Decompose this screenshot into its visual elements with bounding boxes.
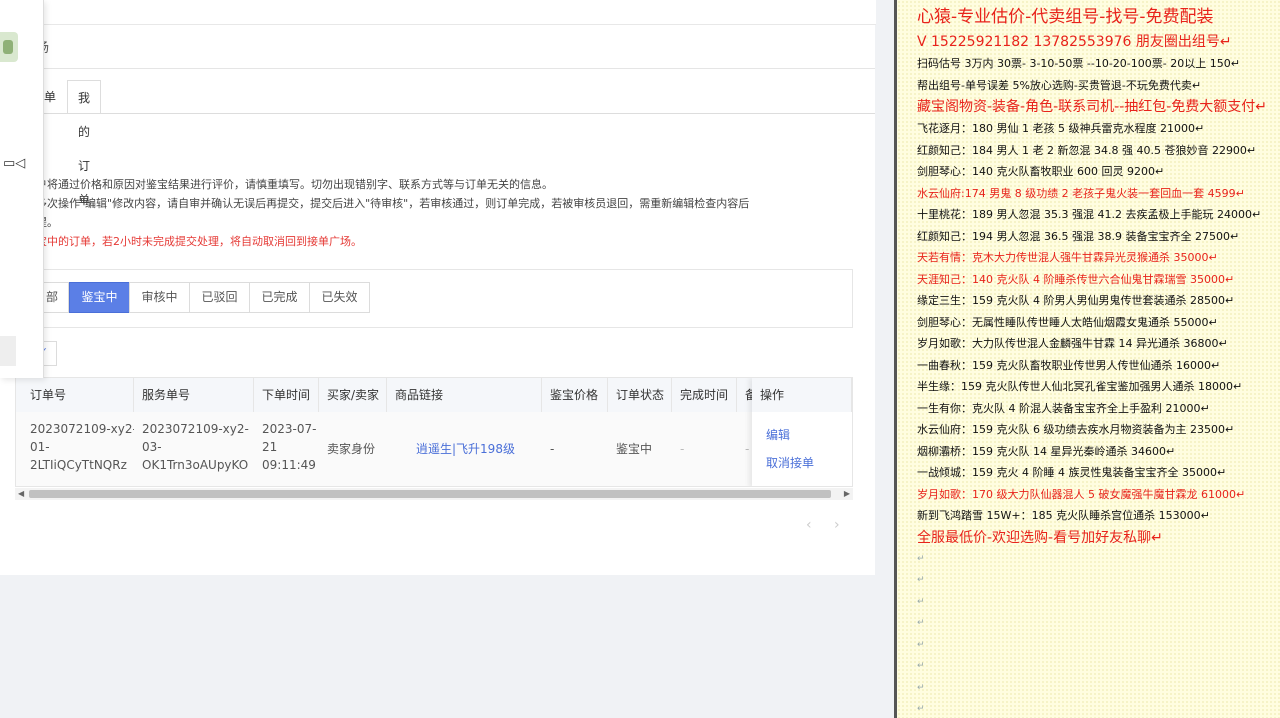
- time-part: 21: [262, 440, 278, 454]
- price-list-line: ↵: [917, 682, 925, 693]
- cell-service-no: 2023072109-xy2- 03- OK1Trn3oAUpyKO: [134, 412, 254, 486]
- col-done-time: 完成时间: [672, 378, 737, 412]
- cell-role: 卖家身份: [327, 442, 376, 456]
- tab-underline: [0, 113, 875, 114]
- price-list-line: 一曲春秋：159 克火队畜牧职业传世男人传世仙通杀 16000↵: [917, 358, 1221, 372]
- col-item-link: 商品链接: [387, 378, 542, 412]
- avatar[interactable]: [0, 32, 18, 62]
- price-list-line: V 15225921182 13782553976 朋友圈出组号↵: [917, 34, 1232, 50]
- filter-completed[interactable]: 已完成: [249, 282, 310, 313]
- scroll-left-icon[interactable]: ◀: [18, 488, 24, 500]
- price-list-line: 岁月如歌：170 级大力队仙器混人 5 破女魔强牛魔甘霖龙 61000↵: [917, 487, 1246, 501]
- price-list-line: 藏宝阁物资-装备-角色-联系司机--抽红包-免费大额支付↵: [917, 99, 1268, 115]
- price-list-line: ↵: [917, 704, 925, 714]
- cancel-order-button[interactable]: 取消接单: [766, 454, 814, 474]
- order-no-part: 01-: [30, 440, 50, 454]
- price-list-line: ↵: [917, 575, 925, 585]
- order-no-part: 2LTIiQCyTtNQRz: [30, 458, 127, 472]
- price-list-line: 新到飞鸿踏雪 15W+：185 克火队睡杀宫位通杀 153000↵: [917, 509, 1210, 522]
- price-list-line: 天若有情：克木大力传世混人强牛甘霖异光灵猴通杀 35000↵: [917, 251, 1218, 264]
- price-list-line: 全服最低价-欢迎选购-看号加好友私聊↵: [917, 529, 1163, 546]
- service-no-part: OK1Trn3oAUpyKO: [142, 458, 249, 472]
- window-gap: [876, 0, 895, 718]
- col-operation: 操作: [752, 378, 852, 412]
- item-link[interactable]: 逍遥生|飞升198级: [408, 412, 542, 486]
- scroll-right-icon[interactable]: ▶: [844, 488, 850, 500]
- notice-warning: 宝中的订单，若2小时未完成提交处理，将自动取消回到接单广场。: [36, 235, 362, 248]
- price-list-line: 心猿-专业估价-代卖组号-找号-免费配装: [917, 7, 1214, 27]
- price-list-line: 半生缘：159 克火队传世人仙北冥孔雀宝鉴加强男人通杀 18000↵: [917, 380, 1243, 393]
- prev-page-icon[interactable]: ‹: [806, 517, 812, 533]
- cell-price: -: [550, 442, 555, 456]
- price-list-line: 水云仙府:174 男鬼 8 级功绩 2 老孩子鬼火装一套回血一套 4599↵: [917, 186, 1245, 200]
- main-window: 场 单 我的订单 户将通过价格和原因对鉴宝结果进行评价，请慎重填写。切勿出现错别…: [0, 0, 895, 718]
- col-service-no: 服务单号: [134, 378, 254, 412]
- top-bar: [0, 0, 890, 25]
- price-list-line: 扫码估号 3万内 30票- 3-10-50票 --10-20-100票- 20以…: [917, 57, 1240, 70]
- notice-line-2: 多次操作"编辑"修改内容，请自审并确认无误后再提交，提交后进入"待审核"，若审核…: [36, 197, 750, 210]
- col-order-time: 下单时间: [254, 378, 319, 412]
- filter-rejected[interactable]: 已驳回: [189, 282, 250, 313]
- price-list-line: 缘定三生：159 克火队 4 阶男人男仙男鬼传世套装通杀 28500↵: [917, 294, 1235, 307]
- price-list-document: 心猿-专业估价-代卖组号-找号-免费配装 V 15225921182 137825…: [897, 0, 1280, 718]
- price-list-line: ↵: [917, 596, 925, 607]
- time-part: 2023-07-: [262, 422, 317, 436]
- price-list-line: ↵: [917, 639, 925, 650]
- price-list-line: 红颜知己：184 男人 1 老 2 新忽混 34.8 强 40.5 苍狼妙音 2…: [917, 143, 1257, 157]
- price-list-line: 剑胆琴心：无属性睡队传世睡人太皓仙烟霞女鬼通杀 55000↵: [917, 315, 1218, 329]
- cell-order-no: 2023072109-xy2- 01- 2LTIiQCyTtNQRz: [22, 412, 134, 486]
- price-list-line: 天涯知己：140 克火队 4 阶睡杀传世六合仙鬼甘霖瑞雪 35000↵: [917, 272, 1235, 286]
- notice-text: 户将通过价格和原因对鉴宝结果进行评价，请慎重填写。切勿出现错别字、联系方式等与订…: [36, 175, 866, 251]
- service-no-part: 2023072109-xy2-: [142, 422, 249, 436]
- notice-line-1: 户将通过价格和原因对鉴宝结果进行评价，请慎重填写。切勿出现错别字、联系方式等与订…: [36, 178, 553, 191]
- tab-my-orders[interactable]: 我的订单: [67, 80, 102, 207]
- video-icon[interactable]: ▭◁: [3, 156, 25, 171]
- price-list-line: 烟柳灞桥：159 克火队 14 星异光秦岭通杀 34600↵: [917, 444, 1176, 458]
- service-no-part: 03-: [142, 440, 162, 454]
- price-list-line: 十里桃花：189 男人忽混 35.3 强混 41.2 去疾孟极上手能玩 2400…: [917, 208, 1262, 221]
- status-filter: 部 鉴宝中 审核中 已驳回 已完成 已失效: [0, 269, 853, 328]
- time-part: 09:11:49: [262, 458, 316, 472]
- orders-table: 订单号 服务单号 下单时间 买家/卖家 商品链接 鉴宝价格 订单状态 完成时间 …: [15, 377, 853, 487]
- price-list-line: ↵: [917, 661, 925, 671]
- price-list-line: 飞花逐月：180 男仙 1 老孩 5 级神兵雷克水程度 21000↵: [917, 122, 1205, 135]
- side-toolbar: ▭◁: [0, 0, 44, 378]
- price-list-line: 水云仙府：159 克火队 6 级功绩去疾水月物资装备为主 23500↵: [917, 423, 1235, 436]
- price-list-line: 一战倾城：159 克火 4 阶睡 4 族灵性鬼装备宝宝齐全 35000↵: [917, 466, 1227, 479]
- price-list-line: 一生有你：克火队 4 阶混人装备宝宝齐全上手盈利 21000↵: [917, 401, 1210, 415]
- filter-reviewing[interactable]: 审核中: [129, 282, 190, 313]
- operation-column: 操作 编辑 取消接单: [752, 378, 852, 486]
- col-price: 鉴宝价格: [542, 378, 608, 412]
- price-list-line: 帮出组号-单号误差 5%放心选购-买贵管退-不玩免费代卖↵: [917, 78, 1202, 92]
- price-list-line: ↵: [917, 553, 925, 564]
- table-scrollbar[interactable]: ◀ ▶: [15, 488, 853, 500]
- scrollbar-thumb[interactable]: [29, 490, 831, 498]
- filter-appraising[interactable]: 鉴宝中: [69, 282, 130, 313]
- col-status: 订单状态: [608, 378, 672, 412]
- next-page-icon[interactable]: ›: [834, 517, 840, 533]
- price-list-line: 岁月如歌：大力队传世混人金麟强牛甘霖 14 异光通杀 36800↵: [917, 337, 1228, 350]
- cell-status: 鉴宝中: [616, 442, 653, 456]
- price-list-line: ↵: [917, 618, 925, 628]
- header-divider: [0, 68, 875, 69]
- price-list-line: 剑胆琴心：140 克火队畜牧职业 600 回灵 9200↵: [917, 165, 1165, 178]
- filter-expired[interactable]: 已失效: [309, 282, 370, 313]
- edit-button[interactable]: 编辑: [766, 426, 790, 446]
- col-buyer-seller: 买家/卖家: [319, 378, 387, 412]
- order-no-part: 2023072109-xy2-: [30, 422, 134, 436]
- price-list-line: 红颜知己：194 男人忽混 36.5 强混 38.9 装备宝宝齐全 27500↵: [917, 229, 1240, 243]
- screen: 场 单 我的订单 户将通过价格和原因对鉴宝结果进行评价，请慎重填写。切勿出现错别…: [0, 0, 1280, 718]
- col-order-no: 订单号: [16, 378, 134, 412]
- notice-line-3: 提。: [36, 216, 58, 229]
- cell-done-time: -: [680, 442, 685, 456]
- cell-order-time: 2023-07- 21 09:11:49: [254, 412, 319, 486]
- side-selected-item[interactable]: [0, 336, 16, 366]
- order-page: 场 单 我的订单 户将通过价格和原因对鉴宝结果进行评价，请慎重填写。切勿出现错别…: [0, 25, 875, 575]
